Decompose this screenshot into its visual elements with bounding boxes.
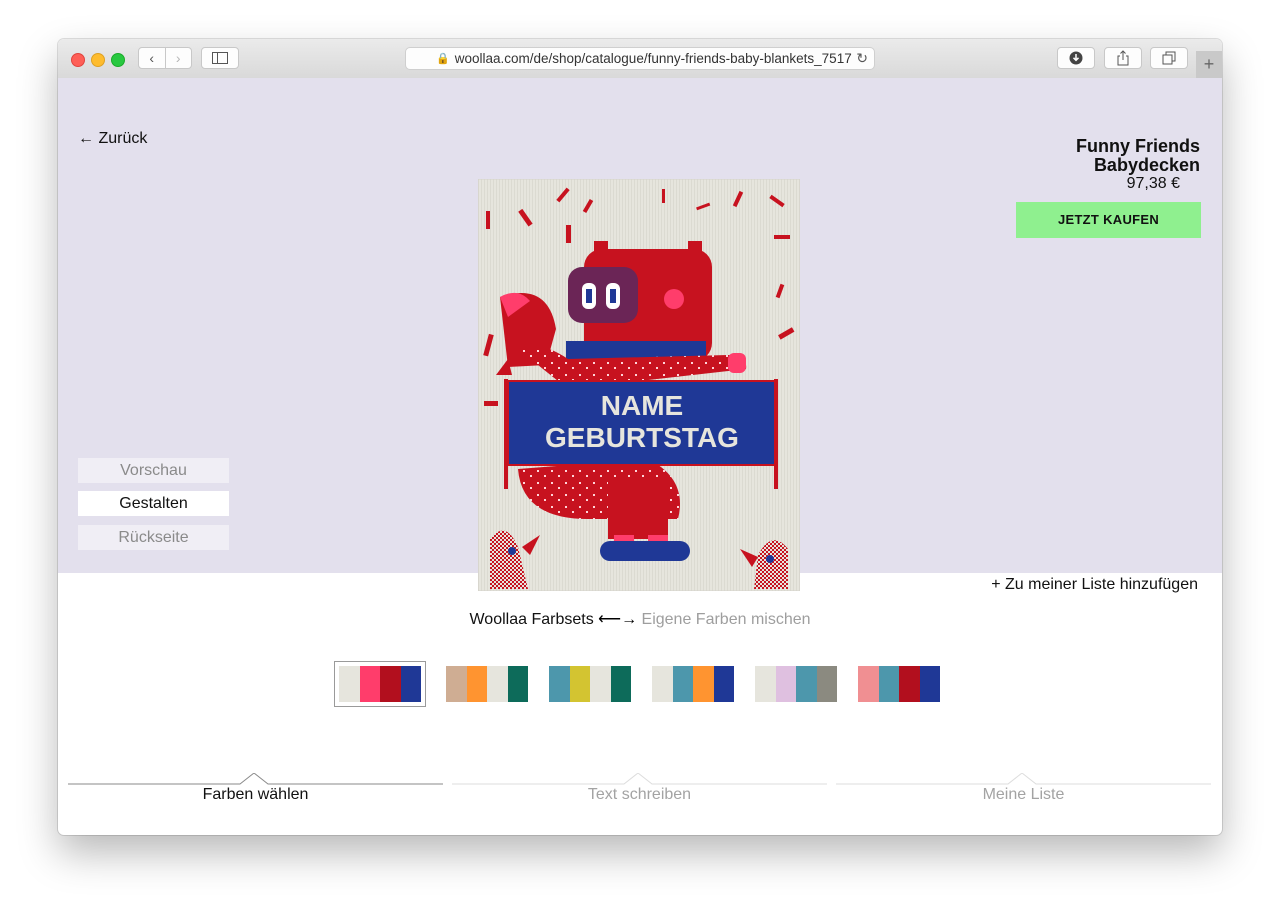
palette-option-3[interactable] xyxy=(549,666,631,702)
swatch xyxy=(899,666,920,702)
swatch xyxy=(569,666,590,702)
palette-option-1[interactable] xyxy=(334,661,426,707)
step-indicator xyxy=(836,773,1211,785)
monster-head xyxy=(566,241,712,363)
url-text: woollaa.com/de/shop/catalogue/funny-frie… xyxy=(454,51,852,66)
sidebar-toggle-button[interactable] xyxy=(201,47,239,69)
blanket-preview: NAME GEBURTSTAG xyxy=(478,179,800,591)
product-configurator: ← Zurück Funny Friends Babydecken 97,38 … xyxy=(58,78,1222,593)
new-tab-button[interactable]: + xyxy=(1196,51,1222,78)
share-button[interactable] xyxy=(1104,47,1142,69)
swatch xyxy=(339,666,360,702)
swatch xyxy=(466,666,487,702)
browser-window: ‹ › 🔒 woollaa.com/de/shop/catalogue/funn… xyxy=(58,39,1222,835)
tabs-overview-button[interactable] xyxy=(1150,47,1188,69)
swatch xyxy=(380,666,401,702)
swatch xyxy=(878,666,899,702)
address-bar[interactable]: 🔒 woollaa.com/de/shop/catalogue/funny-fr… xyxy=(405,47,875,70)
downloads-button[interactable] xyxy=(1057,47,1095,69)
step-text-schreiben[interactable]: Text schreiben xyxy=(452,786,827,804)
step-indicator-active xyxy=(68,773,443,785)
banner-line-1: NAME xyxy=(601,390,683,421)
swatch xyxy=(487,666,508,702)
zoom-window-button[interactable] xyxy=(111,53,125,67)
palette-option-6[interactable] xyxy=(858,666,940,702)
history-nav: ‹ › xyxy=(138,47,192,69)
download-icon xyxy=(1069,51,1083,65)
minimize-window-button[interactable] xyxy=(91,53,105,67)
swatch xyxy=(713,666,734,702)
close-window-button[interactable] xyxy=(71,53,85,67)
swatch xyxy=(816,666,837,702)
sidebar-icon xyxy=(212,52,228,64)
palette-option-4[interactable] xyxy=(652,666,734,702)
tab-vorschau[interactable]: Vorschau xyxy=(78,458,229,483)
back-arrow-icon[interactable]: ‹ xyxy=(139,48,166,68)
switch-arrow-icon[interactable]: ⟵→ xyxy=(598,611,637,628)
woollaa-farbsets-tab[interactable]: Woollaa Farbsets xyxy=(469,611,593,628)
back-link[interactable]: ← Zurück xyxy=(78,130,147,148)
swatch xyxy=(755,666,776,702)
palette-option-5[interactable] xyxy=(755,666,837,702)
lock-icon: 🔒 xyxy=(436,53,450,65)
swatch xyxy=(858,666,879,702)
buy-now-button[interactable]: JETZT KAUFEN xyxy=(1016,202,1201,238)
swatch xyxy=(549,666,570,702)
browser-toolbar: ‹ › 🔒 woollaa.com/de/shop/catalogue/funn… xyxy=(58,39,1222,79)
step-indicator xyxy=(452,773,827,785)
swatch xyxy=(590,666,611,702)
forward-arrow-icon[interactable]: › xyxy=(166,48,192,68)
swatch xyxy=(400,666,421,702)
step-farben-waehlen[interactable]: Farben wählen xyxy=(68,786,443,804)
add-to-list-link[interactable]: + Zu meiner Liste hinzufügen xyxy=(991,576,1198,594)
swatch xyxy=(507,666,528,702)
swatch xyxy=(652,666,673,702)
swatch xyxy=(775,666,796,702)
reload-icon[interactable]: ↻ xyxy=(852,50,868,67)
palette-option-2[interactable] xyxy=(446,666,528,702)
tabs-icon xyxy=(1162,51,1176,65)
product-price: 97,38 € xyxy=(1126,175,1180,192)
tab-rueckseite[interactable]: Rückseite xyxy=(78,525,229,550)
swatch xyxy=(796,666,817,702)
colorset-switch: Woollaa Farbsets ⟵→ Eigene Farben mische… xyxy=(58,609,1222,629)
swatch xyxy=(693,666,714,702)
swatch xyxy=(359,666,380,702)
product-title: Funny Friends Babydecken xyxy=(1075,136,1200,175)
swatch xyxy=(919,666,940,702)
step-meine-liste[interactable]: Meine Liste xyxy=(836,786,1211,804)
banner-line-2: GEBURTSTAG xyxy=(545,422,739,453)
swatch xyxy=(672,666,693,702)
eigene-farben-tab[interactable]: Eigene Farben mischen xyxy=(642,611,811,628)
tab-gestalten[interactable]: Gestalten xyxy=(78,491,229,516)
swatch xyxy=(446,666,467,702)
share-icon xyxy=(1117,50,1129,66)
swatch xyxy=(610,666,631,702)
